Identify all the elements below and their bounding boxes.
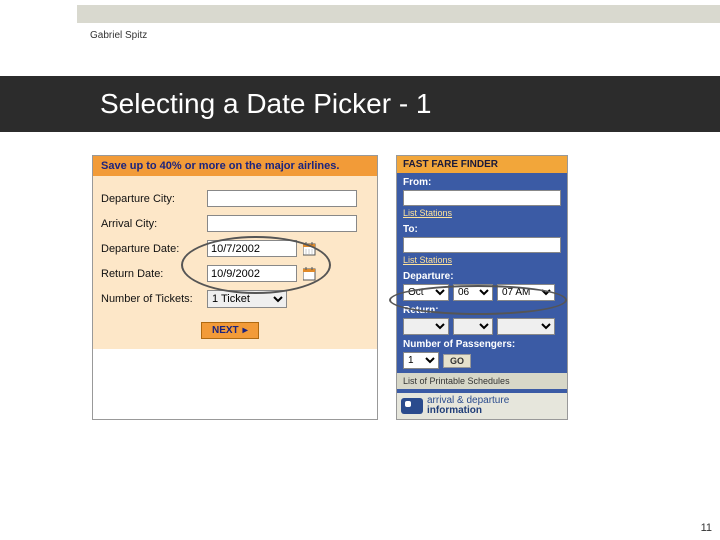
return-date-input[interactable]	[207, 265, 297, 282]
airline-form-body: Departure City: Arrival City: Departure …	[93, 176, 377, 349]
passengers-select[interactable]: 1	[403, 352, 439, 369]
departure-day-select[interactable]: 06	[453, 284, 493, 301]
fare-finder-panel: FAST FARE FINDER From: List Stations To:…	[396, 155, 568, 420]
airline-form-panel: Save up to 40% or more on the major airl…	[92, 155, 378, 420]
label-return-date: Return Date:	[101, 268, 201, 280]
label-departure-date: Departure Date:	[101, 243, 201, 255]
label-to: To:	[403, 224, 561, 235]
label-passengers: Number of Passengers:	[403, 339, 561, 350]
chevron-right-icon: ▸	[243, 325, 248, 336]
departure-city-input[interactable]	[207, 190, 357, 207]
departure-month-select[interactable]: Oct	[403, 284, 449, 301]
label-tickets: Number of Tickets:	[101, 293, 201, 305]
from-station-input[interactable]	[403, 190, 561, 206]
fare-finder-body: From: List Stations To: List Stations De…	[397, 173, 567, 419]
calendar-icon[interactable]	[303, 242, 319, 256]
return-select-row	[403, 318, 561, 335]
go-button[interactable]: GO	[443, 354, 471, 368]
return-day-select[interactable]	[453, 318, 493, 335]
title-band: Selecting a Date Picker - 1	[0, 76, 720, 132]
next-button[interactable]: NEXT ▸	[201, 322, 259, 339]
label-return: Return:	[403, 305, 561, 316]
fare-finder-headline: FAST FARE FINDER	[397, 156, 567, 173]
page-number: 11	[701, 522, 712, 534]
return-month-select[interactable]	[403, 318, 449, 335]
departure-time-select[interactable]: 07 AM	[497, 284, 555, 301]
slide-title: Selecting a Date Picker - 1	[100, 88, 432, 120]
departure-date-input[interactable]	[207, 240, 297, 257]
return-time-select[interactable]	[497, 318, 555, 335]
tickets-select[interactable]: 1 Ticket	[207, 290, 287, 308]
departure-select-row: Oct 06 07 AM	[403, 284, 561, 301]
printable-schedules-link[interactable]: List of Printable Schedules	[397, 373, 567, 389]
list-stations-link[interactable]: List Stations	[403, 255, 452, 265]
label-departure-city: Departure City:	[101, 193, 201, 205]
top-accent-bar	[77, 5, 720, 23]
content-area: Save up to 40% or more on the major airl…	[92, 155, 568, 420]
list-stations-link[interactable]: List Stations	[403, 208, 452, 218]
next-button-label: NEXT	[212, 325, 239, 336]
arrival-departure-info-bar[interactable]: arrival & departure information	[397, 393, 567, 419]
info-text: arrival & departure information	[427, 396, 509, 416]
label-arrival-city: Arrival City:	[101, 218, 201, 230]
label-from: From:	[403, 177, 561, 188]
calendar-icon[interactable]	[303, 267, 319, 281]
train-icon	[401, 398, 423, 414]
to-station-input[interactable]	[403, 237, 561, 253]
arrival-city-input[interactable]	[207, 215, 357, 232]
author-name: Gabriel Spitz	[90, 30, 147, 41]
label-departure: Departure:	[403, 271, 561, 282]
airline-headline: Save up to 40% or more on the major airl…	[93, 156, 377, 176]
